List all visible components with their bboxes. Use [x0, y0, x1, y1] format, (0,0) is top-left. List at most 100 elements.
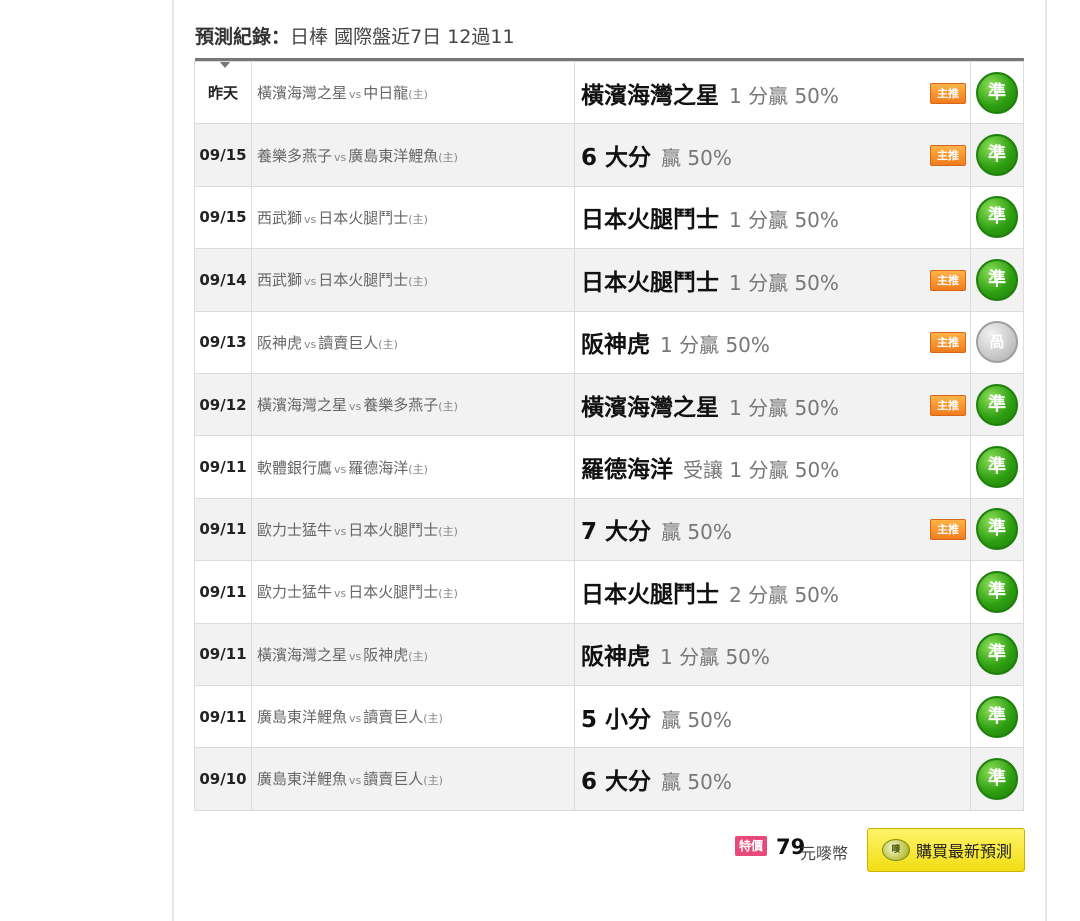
main-pick-badge: 主推 — [930, 82, 966, 104]
title-label: 預測紀錄 — [195, 26, 272, 48]
vs-label: vs — [349, 88, 362, 102]
home-team: 日本火腿鬥士 — [318, 208, 409, 227]
buy-latest-prediction-button[interactable]: 嘜 購買最新預測 — [867, 828, 1025, 872]
row-matchup: 西武獅 vs 日本火腿鬥士(主) — [251, 248, 575, 312]
home-mark: (主) — [408, 212, 428, 226]
home-mark: (主) — [408, 88, 428, 102]
vs-label: vs — [349, 649, 362, 663]
row-matchup: 軟體銀行鷹 vs 羅德海洋(主) — [251, 435, 575, 499]
pick-selection: 橫濱海灣之星 — [581, 394, 719, 421]
home-mark: (主) — [423, 712, 443, 726]
main-pick-badge: 主推 — [930, 519, 966, 541]
pick-selection: 6 大分 — [581, 145, 652, 172]
away-team: 橫濱海灣之星 — [257, 396, 348, 415]
row-matchup: 歐力士猛牛 vs 日本火腿鬥士(主) — [251, 497, 575, 562]
table-row: 09/12 橫濱海灣之星 vs 養樂多燕子(主) 橫濱海灣之星 1 分贏 50% 主推準 — [194, 372, 1024, 437]
result-badge-icon: 準 — [976, 508, 1018, 551]
pick-odds: 贏 50% — [661, 707, 732, 732]
home-mark: (主) — [438, 400, 458, 414]
pick-selection: 日本火腿鬥士 — [581, 581, 719, 608]
pick-selection: 日本火腿鬥士 — [581, 207, 719, 234]
table-row: 09/11 歐力士猛牛 vs 日本火腿鬥士(主) 日本火腿鬥士 2 分贏 50% 準 — [194, 560, 1024, 624]
table-row: 09/15 養樂多燕子 vs 廣島東洋鯉魚(主) 6 大分贏 50% 主推準 — [194, 123, 1024, 187]
row-result: 準 — [970, 248, 1024, 312]
home-mark: (主) — [408, 275, 428, 289]
pick-odds: 贏 50% — [661, 146, 732, 171]
row-date: 09/11 — [194, 622, 252, 686]
table-row: 09/15 西武獅 vs 日本火腿鬥士(主) 日本火腿鬥士 1 分贏 50% 準 — [194, 185, 1024, 250]
vs-label: vs — [304, 337, 317, 351]
pick-odds: 1 分贏 50% — [729, 83, 839, 108]
result-badge-icon: 準 — [976, 134, 1018, 177]
pick-odds: 1 分贏 50% — [729, 270, 839, 295]
row-matchup: 廣島東洋鯉魚 vs 讀賣巨人(主) — [251, 684, 575, 749]
result-badge-icon: 準 — [976, 446, 1018, 489]
table-row: 09/11 橫濱海灣之星 vs 阪神虎(主) 阪神虎 1 分贏 50% 準 — [194, 622, 1024, 686]
home-team: 養樂多燕子 — [363, 396, 439, 415]
home-mark: (主) — [378, 337, 398, 351]
row-result: 準 — [970, 684, 1024, 749]
vs-label: vs — [304, 275, 317, 289]
table-row: 09/11 軟體銀行鷹 vs 羅德海洋(主) 羅德海洋 受讓 1 分贏 50% 準 — [194, 435, 1024, 499]
row-result: 準 — [970, 497, 1024, 562]
away-team: 橫濱海灣之星 — [257, 645, 348, 664]
row-date: 09/12 — [194, 372, 252, 437]
result-badge-icon: 準 — [976, 383, 1018, 426]
main-pick-badge: 主推 — [930, 394, 966, 416]
prediction-records-table: 昨天 橫濱海灣之星 vs 中日龍(主) 橫濱海灣之星 1 分贏 50% 主推準 09/15 養樂… — [194, 60, 1024, 811]
result-badge-icon: 準 — [976, 695, 1018, 738]
pick-selection: 日本火腿鬥士 — [581, 269, 719, 296]
row-pick: 阪神虎 1 分贏 50% — [574, 622, 971, 686]
table-row: 09/10 廣島東洋鯉魚 vs 讀賣巨人(主) 6 大分贏 50% 準 — [194, 747, 1024, 811]
home-team: 讀賣巨人 — [363, 770, 424, 789]
row-matchup: 阪神虎 vs 讀賣巨人(主) — [251, 310, 575, 374]
main-pick-badge: 主推 — [930, 332, 966, 354]
row-date: 09/11 — [194, 497, 252, 562]
result-badge-icon: 準 — [976, 196, 1018, 239]
pick-selection: 羅德海洋 — [581, 457, 673, 484]
pick-odds: 贏 50% — [661, 520, 732, 545]
home-team: 廣島東洋鯉魚 — [348, 146, 439, 165]
row-result: 咼 — [970, 310, 1024, 374]
away-team: 西武獅 — [257, 208, 303, 227]
buy-button-label: 購買最新預測 — [916, 842, 1013, 861]
row-result: 準 — [970, 123, 1024, 187]
vs-label: vs — [334, 462, 347, 476]
row-pick: 日本火腿鬥士 1 分贏 50% — [574, 185, 971, 250]
row-result: 準 — [970, 435, 1024, 499]
row-pick: 7 大分贏 50% 主推 — [574, 497, 971, 562]
row-pick: 6 大分贏 50% 主推 — [574, 123, 971, 187]
home-mark: (主) — [408, 649, 428, 663]
main-pick-badge: 主推 — [930, 145, 966, 167]
pick-selection: 5 小分 — [581, 706, 652, 733]
home-team: 讀賣巨人 — [363, 708, 424, 727]
vs-label: vs — [349, 774, 362, 788]
pick-odds: 贏 50% — [661, 769, 732, 794]
price-unit: 元嘜幣 — [800, 844, 849, 863]
result-badge-icon: 咼 — [976, 321, 1018, 364]
away-team: 養樂多燕子 — [257, 146, 333, 165]
row-result: 準 — [970, 372, 1024, 437]
row-pick: 日本火腿鬥士 1 分贏 50% 主推 — [574, 248, 971, 312]
row-date: 09/11 — [194, 560, 252, 624]
result-badge-icon: 準 — [976, 71, 1018, 114]
table-row: 09/14 西武獅 vs 日本火腿鬥士(主) 日本火腿鬥士 1 分贏 50% 主推準 — [194, 248, 1024, 312]
pick-selection: 阪神虎 — [581, 332, 650, 359]
result-badge-icon: 準 — [976, 757, 1018, 800]
pick-odds: 1 分贏 50% — [660, 333, 770, 358]
home-mark: (主) — [423, 774, 443, 788]
table-row: 09/13 阪神虎 vs 讀賣巨人(主) 阪神虎 1 分贏 50% 主推咼 — [194, 310, 1024, 374]
away-team: 歐力士猛牛 — [257, 520, 333, 539]
row-result: 準 — [970, 60, 1024, 125]
home-team: 日本火腿鬥士 — [348, 583, 439, 602]
row-matchup: 西武獅 vs 日本火腿鬥士(主) — [251, 185, 575, 250]
pick-odds: 1 分贏 50% — [729, 208, 839, 233]
vs-label: vs — [334, 150, 347, 164]
vs-label: vs — [334, 524, 347, 538]
pick-selection: 7 大分 — [581, 519, 652, 546]
home-team: 日本火腿鬥士 — [318, 271, 409, 290]
row-result: 準 — [970, 747, 1024, 811]
vs-label: vs — [349, 712, 362, 726]
title-separator: ： — [271, 26, 291, 48]
row-matchup: 橫濱海灣之星 vs 中日龍(主) — [251, 60, 575, 125]
